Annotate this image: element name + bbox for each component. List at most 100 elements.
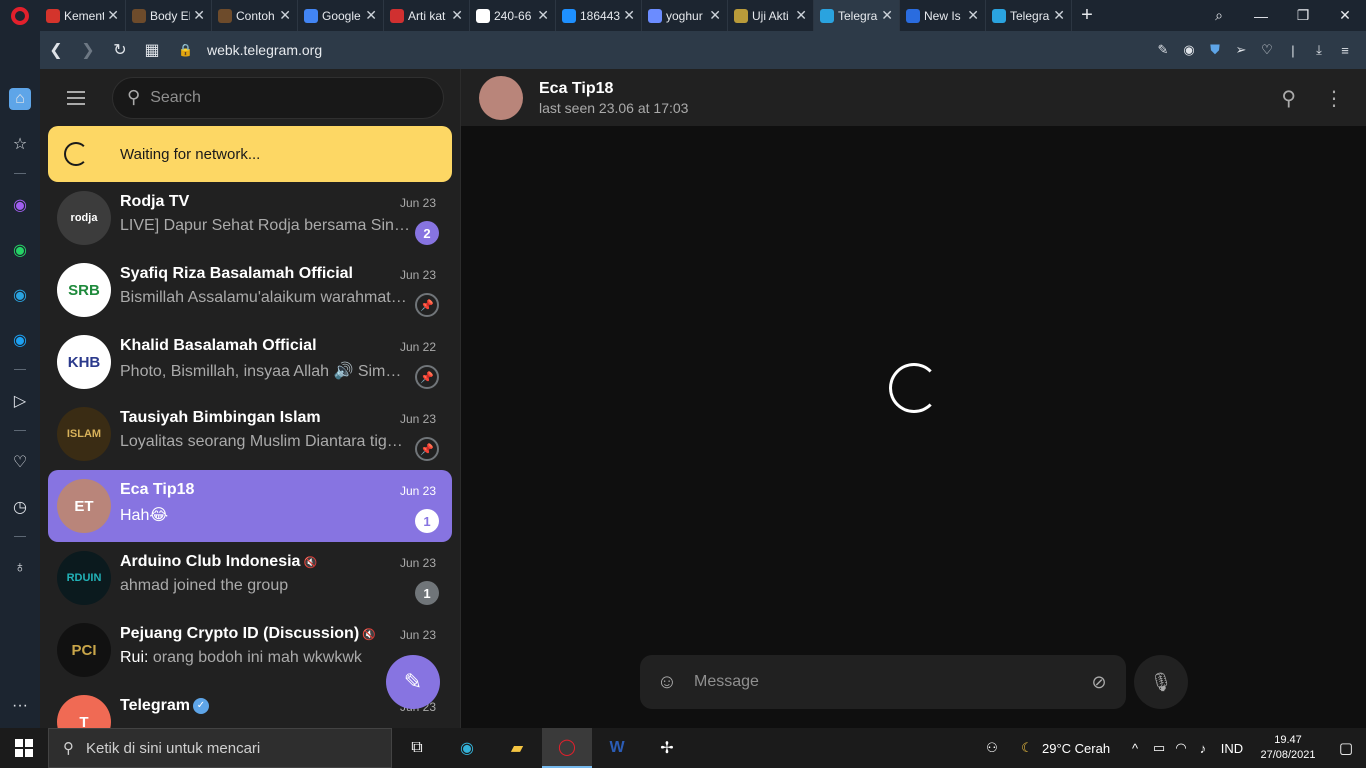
people-icon[interactable]: ⚇ bbox=[972, 740, 1012, 756]
search-input[interactable]: ⚲ Search bbox=[112, 76, 444, 119]
browser-tab[interactable]: Kementr✕ bbox=[40, 0, 126, 31]
taskbar-search-input[interactable]: ⚲ Ketik di sini untuk mencari bbox=[48, 728, 392, 768]
snapshot-icon[interactable]: ◉ bbox=[1176, 42, 1202, 58]
language-indicator[interactable]: IND bbox=[1214, 741, 1250, 756]
home-icon[interactable]: ⌂ bbox=[9, 88, 31, 110]
close-tab-icon[interactable]: ✕ bbox=[795, 7, 807, 24]
chat-message-text: LIVE] Dapur Sehat Rodja bersama Sinse Mu… bbox=[120, 217, 410, 234]
task-view-icon[interactable]: ⧉ bbox=[392, 728, 442, 768]
search-icon[interactable]: ⚲ bbox=[1281, 86, 1296, 111]
browser-tab[interactable]: 186443 ✕ bbox=[556, 0, 642, 31]
edit-icon[interactable]: ✎ bbox=[1150, 42, 1176, 58]
browser-tab[interactable]: Uji Akti ✕ bbox=[728, 0, 814, 31]
restore-button[interactable]: ❐ bbox=[1282, 7, 1324, 24]
close-window-button[interactable]: ✕ bbox=[1324, 7, 1366, 24]
close-tab-icon[interactable]: ✕ bbox=[967, 7, 979, 24]
start-button[interactable] bbox=[0, 728, 48, 768]
close-tab-icon[interactable]: ✕ bbox=[623, 7, 635, 24]
close-tab-icon[interactable]: ✕ bbox=[709, 7, 721, 24]
conversation-panel: Eca Tip18 last seen 23.06 at 17:03 ⚲ ⋮ ☺… bbox=[460, 69, 1366, 728]
telegram-icon[interactable]: ◉ bbox=[9, 284, 31, 306]
more-vertical-icon[interactable]: ⋮ bbox=[1324, 86, 1344, 111]
vpn-shield-icon[interactable]: ⛊ bbox=[1202, 42, 1228, 58]
new-tab-button[interactable]: + bbox=[1072, 4, 1102, 27]
browser-tab[interactable]: Telegra ✕ bbox=[986, 0, 1072, 31]
messenger-icon[interactable]: ◉ bbox=[9, 194, 31, 216]
search-icon: ⚲ bbox=[127, 87, 141, 107]
chat-list-item[interactable]: SRB Syafiq Riza Basalamah Official Jun 23 B… bbox=[48, 254, 452, 326]
browser-tab[interactable]: 240-66 ✕ bbox=[470, 0, 556, 31]
minimize-button[interactable]: — bbox=[1240, 8, 1282, 24]
whatsapp-icon[interactable]: ◉ bbox=[9, 239, 31, 261]
chat-list-item[interactable]: RDUIN Arduino Club Indonesia 🔇 Jun 23 ahmad … bbox=[48, 542, 452, 614]
chat-list-item[interactable]: rodja Rodja TV Jun 23 LIVE] Dapur Sehat Rod… bbox=[48, 182, 452, 254]
twitter-icon[interactable]: ◉ bbox=[9, 329, 31, 351]
weather-text[interactable]: 29°C Cerah bbox=[1042, 741, 1122, 756]
close-tab-icon[interactable]: ✕ bbox=[1053, 7, 1065, 24]
close-tab-icon[interactable]: ✕ bbox=[537, 7, 549, 24]
emoji-icon[interactable]: ☺ bbox=[640, 671, 694, 694]
browser-tab[interactable]: Body El ✕ bbox=[126, 0, 212, 31]
browser-tab[interactable]: Google ✕ bbox=[298, 0, 384, 31]
tab-search-icon[interactable]: ⌕ bbox=[1198, 7, 1240, 24]
verified-icon: ✓ bbox=[192, 697, 209, 714]
acrobat-icon[interactable]: ✢ bbox=[642, 728, 692, 768]
pinned-icon: 📌 bbox=[415, 293, 439, 317]
attach-icon[interactable]: ⊘ bbox=[1072, 672, 1126, 693]
edge-icon[interactable]: ◉ bbox=[442, 728, 492, 768]
battery-icon[interactable]: ▭ bbox=[1148, 740, 1170, 756]
heart-icon[interactable]: ♡ bbox=[1254, 42, 1280, 58]
tray-chevron-icon[interactable]: ^ bbox=[1122, 741, 1148, 756]
browser-tab[interactable]: Arti kat ✕ bbox=[384, 0, 470, 31]
close-tab-icon[interactable]: ✕ bbox=[451, 7, 463, 24]
browser-tab[interactable]: Telegra ✕ bbox=[814, 0, 900, 31]
file-explorer-icon[interactable]: ▰ bbox=[492, 728, 542, 768]
url-field[interactable]: 🔒 webk.telegram.org bbox=[178, 42, 322, 58]
microphone-button[interactable]: 🎙 bbox=[1134, 655, 1188, 709]
favorites-heart-icon[interactable]: ♡ bbox=[9, 451, 31, 473]
weather-moon-icon: ☾ bbox=[1021, 740, 1033, 755]
forward-button[interactable]: ❯ bbox=[72, 40, 104, 60]
hamburger-menu-icon[interactable] bbox=[40, 90, 112, 105]
reload-button[interactable]: ↻ bbox=[104, 40, 136, 60]
browser-tab[interactable]: yoghur ✕ bbox=[642, 0, 728, 31]
word-icon[interactable]: W bbox=[592, 728, 642, 768]
close-tab-icon[interactable]: ✕ bbox=[279, 7, 291, 24]
notifications-icon[interactable]: ▢ bbox=[1326, 739, 1366, 757]
chat-list-item[interactable]: ET Eca Tip18 Jun 23 Hah😂 1 bbox=[48, 470, 452, 542]
opera-taskbar-icon[interactable]: ◯ bbox=[542, 728, 592, 768]
browser-tab[interactable]: New Is ✕ bbox=[900, 0, 986, 31]
speed-dial-icon[interactable]: ☆ bbox=[9, 133, 31, 155]
tab-favicon-icon bbox=[132, 8, 146, 23]
close-tab-icon[interactable]: ✕ bbox=[107, 7, 119, 24]
download-icon[interactable]: ⤓ bbox=[1306, 42, 1332, 58]
new-message-pencil-button[interactable]: ✎ bbox=[386, 655, 440, 709]
opera-menu-button[interactable] bbox=[0, 0, 40, 31]
lightbulb-icon[interactable]: ♁ bbox=[9, 557, 31, 579]
tab-favicon-icon bbox=[906, 8, 920, 23]
message-input[interactable]: Message bbox=[694, 673, 1072, 691]
avatar[interactable] bbox=[479, 76, 523, 120]
volume-icon[interactable]: ♪ bbox=[1192, 741, 1214, 756]
send-icon[interactable]: ➢ bbox=[1228, 42, 1254, 58]
close-tab-icon[interactable]: ✕ bbox=[365, 7, 377, 24]
sidebar-more-icon[interactable]: ··· bbox=[9, 695, 31, 717]
player-icon[interactable]: ▷ bbox=[9, 390, 31, 412]
conversation-header[interactable]: Eca Tip18 last seen 23.06 at 17:03 ⚲ ⋮ bbox=[461, 69, 1366, 126]
search-icon: ⚲ bbox=[63, 740, 74, 757]
chat-list-item[interactable]: KHB Khalid Basalamah Official Jun 22 Photo,… bbox=[48, 326, 452, 398]
back-button[interactable]: ❮ bbox=[40, 40, 72, 60]
clock[interactable]: 19.47 27/08/2021 bbox=[1250, 733, 1326, 763]
chat-list-item[interactable]: ISLAM Tausiyah Bimbingan Islam Jun 23 Loyal… bbox=[48, 398, 452, 470]
message-composer[interactable]: ☺ Message ⊘ bbox=[640, 655, 1126, 709]
chat-name: Eca Tip18 bbox=[120, 481, 194, 499]
wifi-icon[interactable]: ◠ bbox=[1170, 740, 1192, 756]
chat-name: Tausiyah Bimbingan Islam bbox=[120, 409, 321, 427]
tab-overview-icon[interactable]: ▦ bbox=[136, 40, 168, 60]
close-tab-icon[interactable]: ✕ bbox=[881, 7, 893, 24]
easy-setup-icon[interactable]: ≡ bbox=[1332, 43, 1358, 58]
browser-tab[interactable]: Contoh ✕ bbox=[212, 0, 298, 31]
history-clock-icon[interactable]: ◷ bbox=[9, 496, 31, 518]
tab-strip: Kementr✕Body El✕Contoh✕Google✕Arti kat✕2… bbox=[40, 0, 1072, 31]
close-tab-icon[interactable]: ✕ bbox=[193, 7, 205, 24]
